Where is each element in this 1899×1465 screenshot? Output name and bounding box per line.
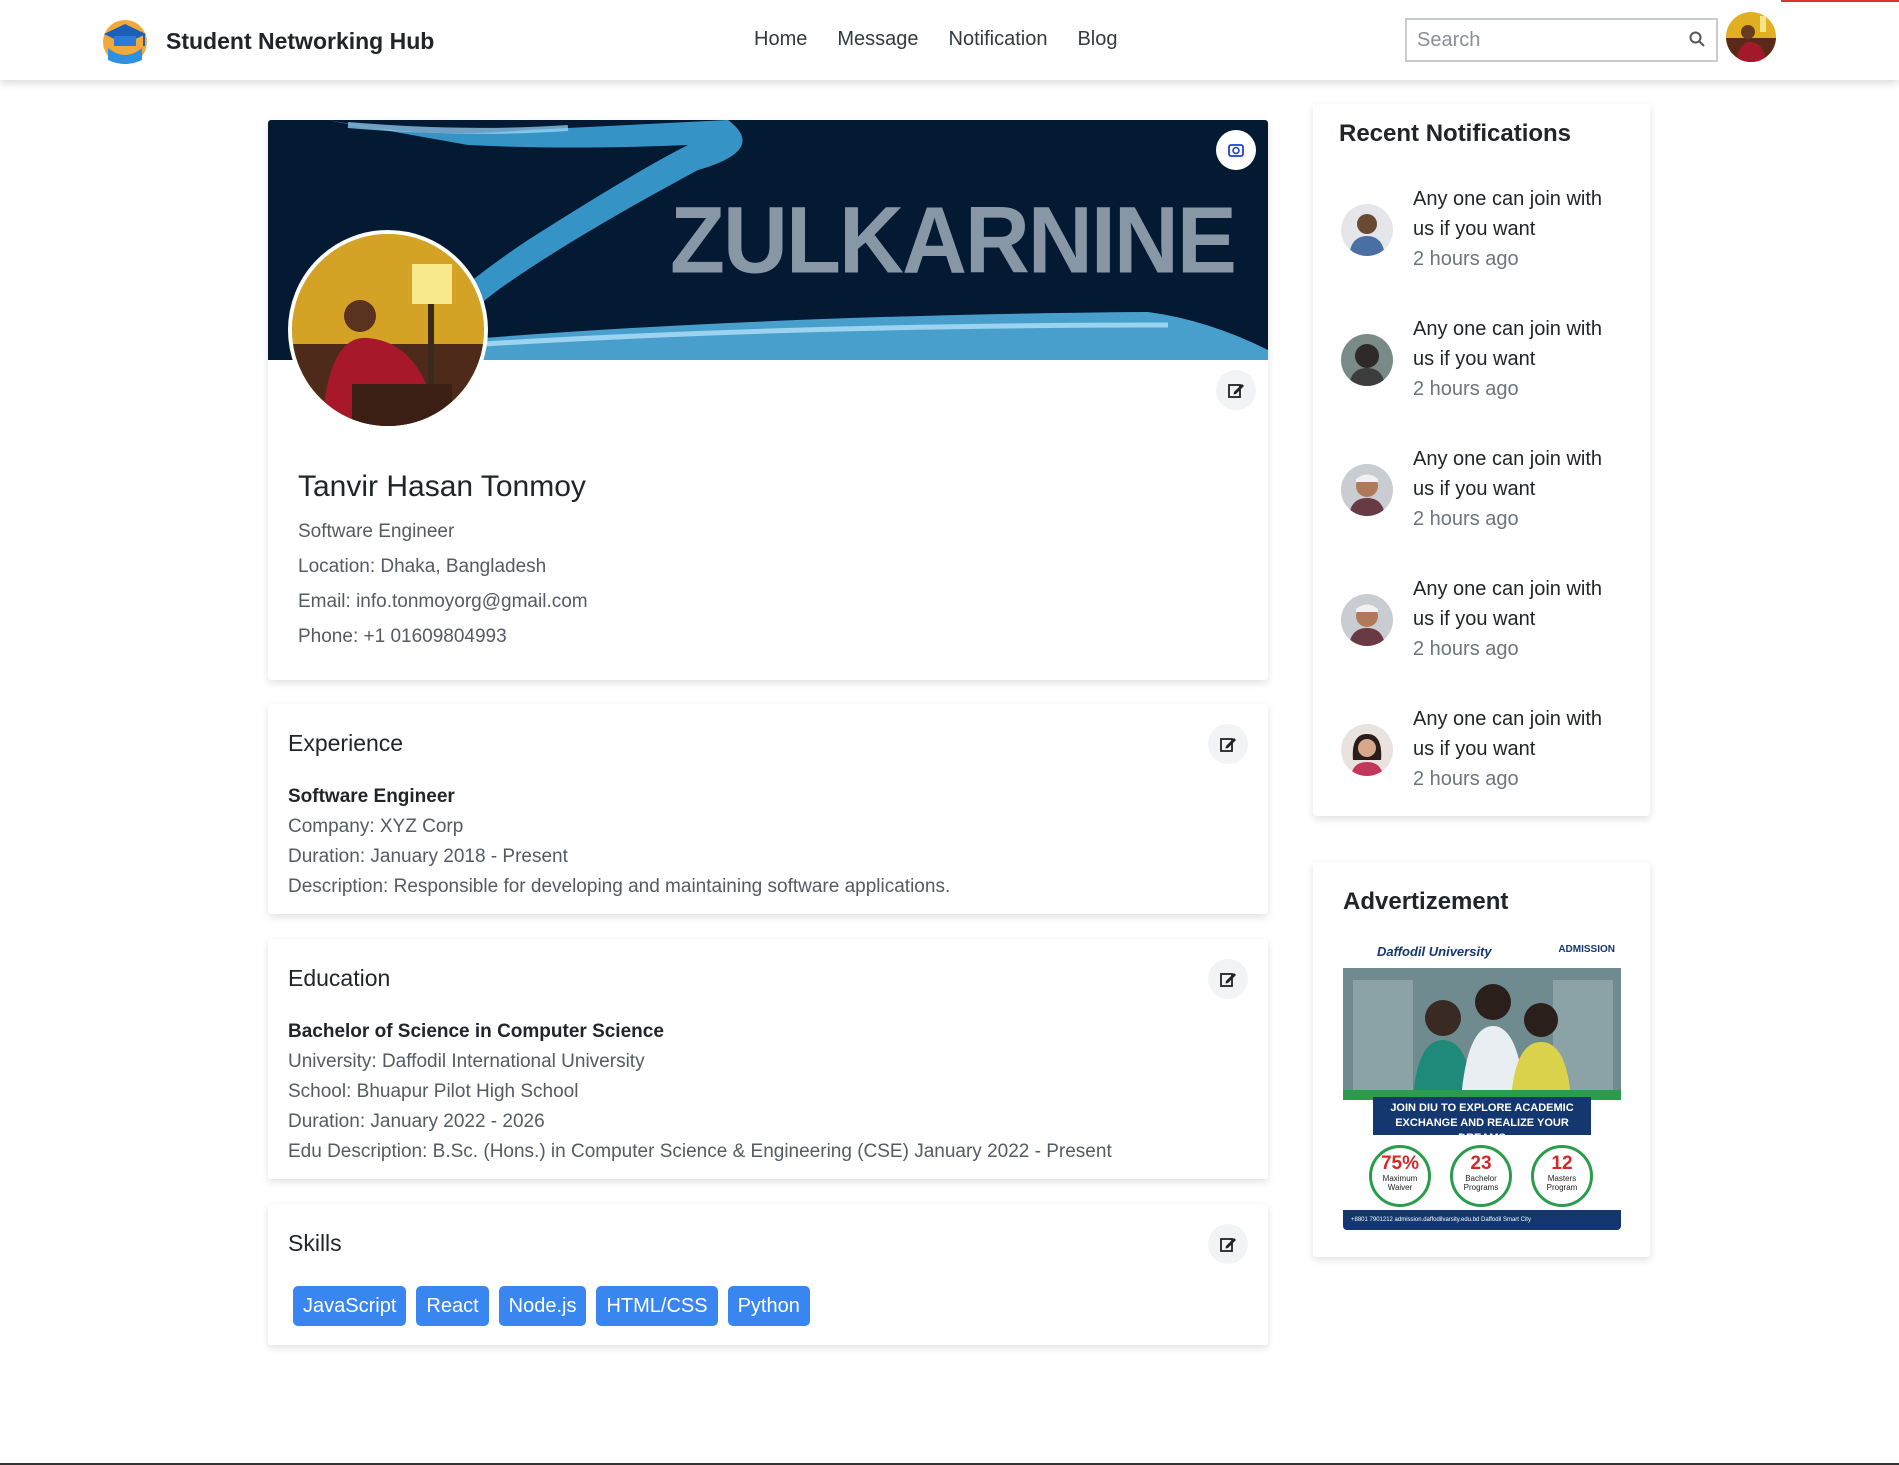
top-accent-line	[1781, 0, 1899, 2]
notification-avatar	[1341, 724, 1393, 776]
experience-company: Company: XYZ Corp	[288, 816, 464, 837]
profile-location: Location: Dhaka, Bangladesh	[298, 556, 547, 577]
notification-time: 2 hours ago	[1413, 378, 1519, 400]
notification-time: 2 hours ago	[1413, 768, 1519, 790]
search-icon[interactable]	[1688, 30, 1706, 48]
notifications-card: Recent Notifications Any one can join wi…	[1313, 104, 1650, 816]
experience-entry: Software Engineer Company: XYZ Corp Dura…	[288, 782, 950, 902]
search-input[interactable]	[1407, 22, 1667, 58]
ad-tagline: JOIN DIU TO EXPLORE ACADEMIC EXCHANGE AN…	[1373, 1097, 1591, 1144]
skills-card: Skills JavaScript React Node.js HTML/CSS…	[268, 1204, 1268, 1345]
experience-duration: Duration: January 2018 - Present	[288, 846, 568, 867]
top-navbar: Student Networking Hub Home Message Noti…	[0, 0, 1899, 80]
notification-text: Any one can join with us if you want	[1413, 188, 1603, 240]
profile-info: Tanvir Hasan Tonmoy Software Engineer Lo…	[298, 470, 588, 654]
experience-description: Description: Responsible for developing …	[288, 876, 951, 897]
ad-stat-masters: 12 Masters Program	[1531, 1145, 1593, 1207]
ad-footer: +8801 7901212 admission.daffodilvarsity.…	[1343, 1210, 1621, 1230]
experience-card: Experience Software Engineer Company: XY…	[268, 704, 1268, 914]
profile-title: Software Engineer	[298, 521, 455, 542]
cover-text: ZULKARNINE	[670, 188, 1237, 294]
advertisement-heading: Advertizement	[1343, 888, 1509, 915]
ad-stat-label: Maximum Waiver	[1382, 1174, 1418, 1192]
notification-text: Any one can join with us if you want	[1413, 708, 1603, 760]
skill-badge[interactable]: React	[416, 1286, 489, 1326]
skills-list: JavaScript React Node.js HTML/CSS Python	[293, 1286, 810, 1326]
education-duration: Duration: January 2022 - 2026	[288, 1111, 545, 1132]
education-description: Edu Description: B.Sc. (Hons.) in Comput…	[288, 1141, 1112, 1162]
ad-stat-label: Masters Program	[1546, 1174, 1578, 1192]
advertisement-image[interactable]: Daffodil University ADMISSION JOIN DIU T…	[1343, 940, 1621, 1230]
ad-stat-value: 23	[1470, 1153, 1492, 1174]
profile-email: Email: info.tonmoyorg@gmail.com	[298, 591, 588, 612]
main-nav: Home Message Notification Blog	[754, 28, 1117, 51]
notification-text: Any one can join with us if you want	[1413, 578, 1603, 630]
notification-time: 2 hours ago	[1413, 508, 1519, 530]
notification-text: Any one can join with us if you want	[1413, 448, 1603, 500]
education-entry: Bachelor of Science in Computer Science …	[288, 1017, 1112, 1167]
avatar-image	[1341, 334, 1393, 386]
nav-notification[interactable]: Notification	[949, 28, 1048, 51]
ad-stat-bachelor: 23 Bachelor Programs	[1450, 1145, 1512, 1207]
edit-skills-button[interactable]	[1208, 1224, 1248, 1264]
edit-experience-button[interactable]	[1208, 724, 1248, 764]
notification-time: 2 hours ago	[1413, 638, 1519, 660]
edit-icon	[1220, 738, 1236, 752]
profile-photo-image	[292, 234, 484, 426]
avatar-image	[1341, 594, 1393, 646]
notification-avatar	[1341, 334, 1393, 386]
skill-badge[interactable]: Python	[727, 1286, 810, 1326]
profile-phone: Phone: +1 01609804993	[298, 626, 507, 647]
skill-badge[interactable]: Node.js	[498, 1286, 587, 1326]
brand[interactable]: Student Networking Hub	[100, 16, 434, 66]
notification-text: Any one can join with us if you want	[1413, 318, 1603, 370]
ad-stat-value: 75%	[1380, 1153, 1420, 1174]
camera-icon	[1228, 144, 1244, 157]
profile-card: ZULKARNINE Tanvir Hasan Tonmoy Software …	[268, 120, 1268, 680]
avatar-image	[1341, 724, 1393, 776]
skill-badge[interactable]: JavaScript	[293, 1286, 407, 1326]
profile-photo[interactable]	[288, 230, 488, 430]
skills-heading: Skills	[288, 1230, 342, 1256]
notifications-heading: Recent Notifications	[1339, 120, 1572, 147]
notification-avatar	[1341, 594, 1393, 646]
skill-badge[interactable]: HTML/CSS	[596, 1286, 718, 1326]
edit-profile-button[interactable]	[1216, 370, 1256, 410]
ad-logo: Daffodil University	[1377, 944, 1492, 959]
edit-icon	[1220, 1238, 1236, 1252]
avatar-image	[1341, 204, 1393, 256]
ad-stat-label: Bachelor Programs	[1463, 1174, 1499, 1192]
edit-education-button[interactable]	[1208, 959, 1248, 999]
experience-heading: Experience	[288, 730, 404, 756]
advertisement-card: Advertizement Daffodil University ADMISS…	[1313, 862, 1650, 1257]
education-university: University: Daffodil International Unive…	[288, 1051, 645, 1072]
change-cover-button[interactable]	[1216, 130, 1256, 170]
ad-stat-value: 12	[1551, 1153, 1573, 1174]
nav-blog[interactable]: Blog	[1077, 28, 1117, 51]
education-heading: Education	[288, 965, 391, 991]
avatar-image	[1341, 464, 1393, 516]
graduation-cap-logo-icon	[103, 20, 147, 64]
user-avatar-image	[1726, 12, 1776, 62]
ad-admission-badge: ADMISSION	[1558, 944, 1615, 955]
profile-name: Tanvir Hasan Tonmoy	[298, 470, 586, 503]
notification-avatar	[1341, 204, 1393, 256]
notification-time: 2 hours ago	[1413, 248, 1519, 270]
education-school: School: Bhuapur Pilot High School	[288, 1081, 579, 1102]
experience-role: Software Engineer	[288, 786, 455, 807]
edit-icon	[1228, 384, 1244, 398]
brand-name: Student Networking Hub	[166, 27, 435, 54]
nav-home[interactable]: Home	[754, 28, 807, 51]
user-avatar[interactable]	[1726, 12, 1776, 62]
search-box	[1405, 18, 1718, 62]
edit-icon	[1220, 973, 1236, 987]
education-card: Education Bachelor of Science in Compute…	[268, 939, 1268, 1179]
education-degree: Bachelor of Science in Computer Science	[288, 1021, 664, 1042]
ad-stat-waiver: 75% Maximum Waiver	[1369, 1145, 1431, 1207]
nav-message[interactable]: Message	[837, 28, 918, 51]
notification-avatar	[1341, 464, 1393, 516]
